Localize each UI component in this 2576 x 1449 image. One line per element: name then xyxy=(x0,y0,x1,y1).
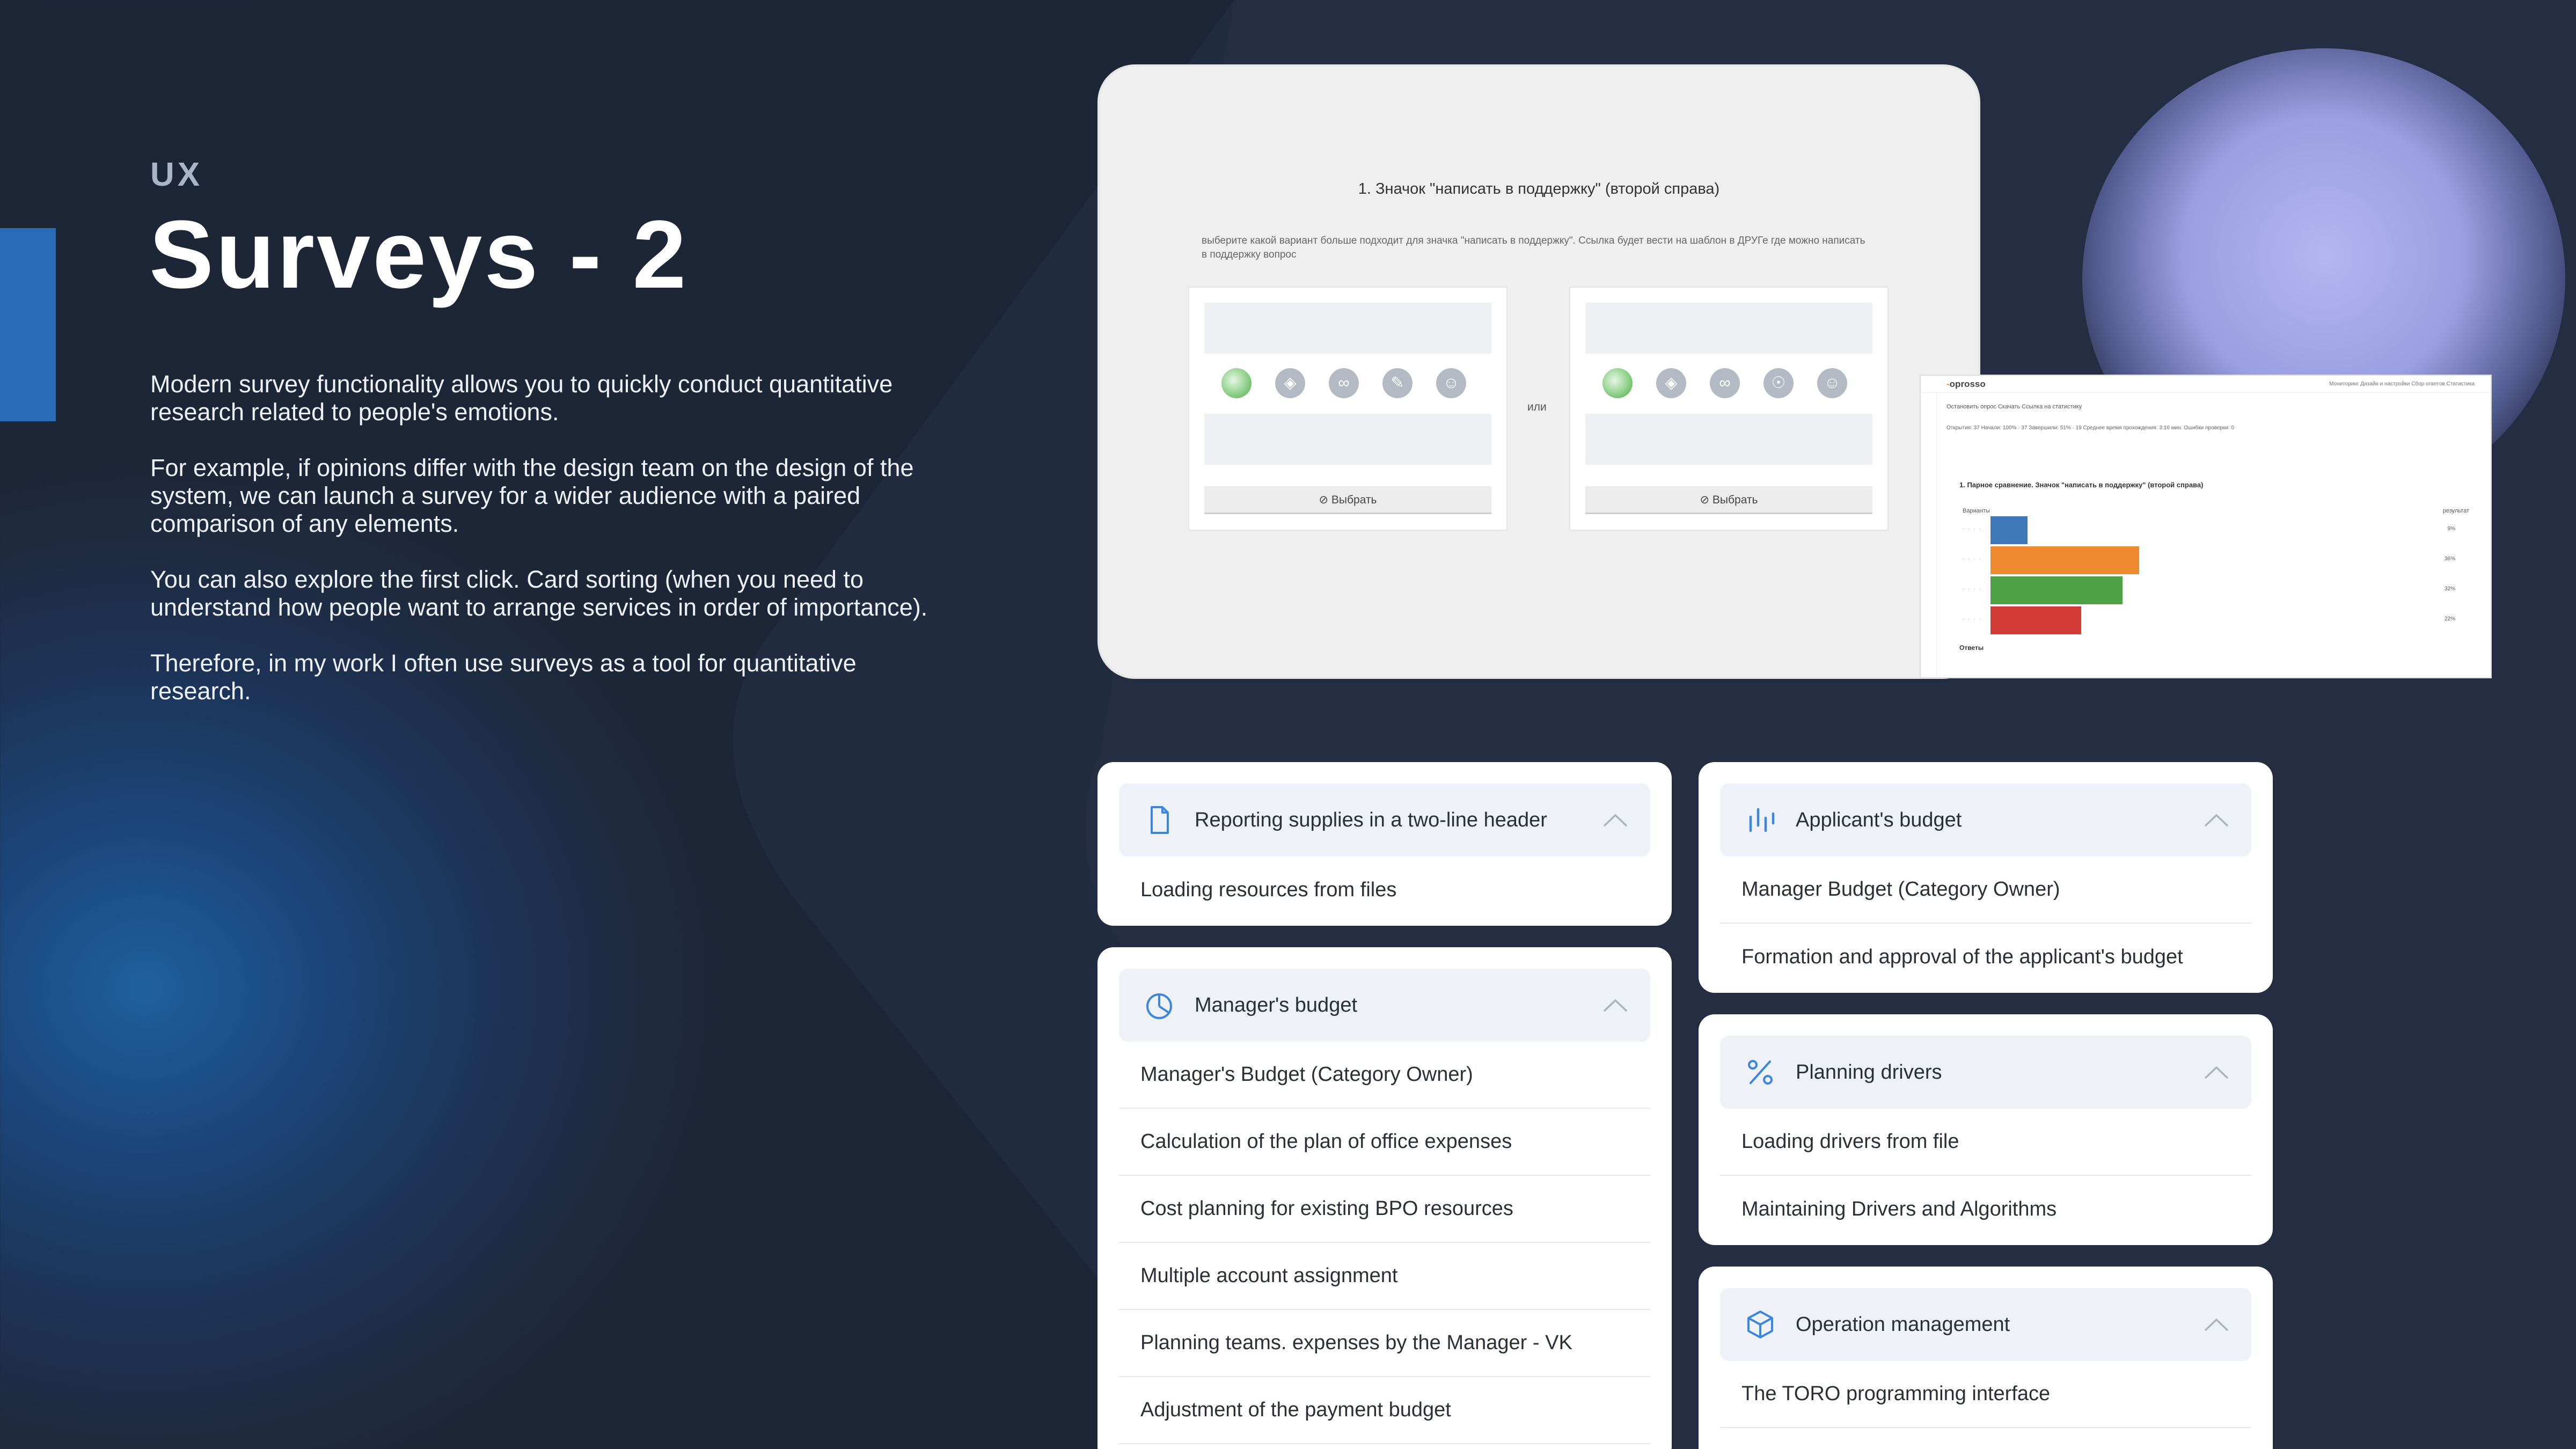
column-header-result: результат xyxy=(2442,508,2469,514)
option-image-placeholder xyxy=(1204,303,1491,354)
result-percent: 22% xyxy=(2444,616,2455,622)
bell-icon: ◈ xyxy=(1275,368,1305,398)
intro-text: Modern survey functionality allows you t… xyxy=(150,370,955,733)
user-icon: ☺ xyxy=(1817,368,1847,398)
accordion-title: Reporting supplies in a two-line header xyxy=(1195,808,1547,831)
card-reporting: Reporting supplies in a two-line header … xyxy=(1097,762,1672,926)
cube-icon xyxy=(1747,1311,1773,1338)
headset-icon: ☉ xyxy=(1763,368,1794,398)
check-circle-icon xyxy=(1221,368,1252,398)
accordion-item[interactable]: Manager Budget (Category Owner) xyxy=(1720,857,2251,924)
accordion-item[interactable]: Calculation of the plan of office expens… xyxy=(1119,1109,1650,1176)
pie-chart-icon xyxy=(1146,993,1172,1019)
document-icon xyxy=(1151,806,1169,834)
link-icon: ∞ xyxy=(1329,368,1359,398)
bar-chart-icon xyxy=(1749,808,1775,832)
page-title: Surveys - 2 xyxy=(149,201,689,309)
stats-toolbar[interactable]: Остановить опрос Скачать Ссылка на стати… xyxy=(1946,404,2082,410)
accordion-item[interactable]: Maintaining Drivers and Algorithms xyxy=(1720,1176,2251,1243)
result-bar-label: · · · · xyxy=(1963,556,1982,562)
result-percent: 36% xyxy=(2444,556,2455,562)
statistics-screenshot: -oprosso Мониторинг Дизайн и настройки С… xyxy=(1920,375,2492,678)
survey-question: 1. Значок "написать в поддержку" (второй… xyxy=(1358,180,1720,197)
intro-paragraph: Therefore, in my work I often use survey… xyxy=(150,649,857,705)
survey-screenshot: 1. Значок "написать в поддержку" (второй… xyxy=(1097,64,1980,679)
accordion-title: Operation management xyxy=(1796,1313,2010,1336)
result-percent: 32% xyxy=(2444,586,2455,592)
stats-meta: Открытия: 37 Начали: 100% · 37 Завершили… xyxy=(1946,425,2234,431)
user-icon: ☺ xyxy=(1436,368,1466,398)
survey-option-a[interactable]: ◈ ∞ ✎ ☺ ⊘ Выбрать xyxy=(1188,287,1507,531)
accordion-item[interactable]: Planning teams. expenses by the Manager … xyxy=(1119,1310,1650,1377)
option-icon-row: ◈ ∞ ✎ ☺ xyxy=(1221,368,1466,398)
accordion-header-operation[interactable]: Operation management xyxy=(1720,1288,2251,1361)
result-bar-label: · · · · xyxy=(1963,586,1982,592)
card-drivers: Planning drivers Loading drivers from fi… xyxy=(1699,1014,2273,1245)
accordion-title: Planning drivers xyxy=(1796,1060,1942,1084)
intro-paragraph: For example, if opinions differ with the… xyxy=(150,454,914,537)
accordion-header-applicant[interactable]: Applicant's budget xyxy=(1720,784,2251,857)
or-label: или xyxy=(1527,401,1547,413)
accordion-title: Manager's budget xyxy=(1195,993,1358,1016)
accordion-item[interactable]: Manager's Budget (Category Owner) xyxy=(1119,1042,1650,1109)
chart-title: 1. Парное сравнение. Значок "написать в … xyxy=(1959,481,2204,489)
oprosso-logo: -oprosso xyxy=(1946,378,1986,389)
intro-paragraph: You can also explore the first click. Ca… xyxy=(150,566,928,621)
answers-toggle[interactable]: Ответы xyxy=(1959,644,1984,652)
column-header-variants: Варианты xyxy=(1963,508,1990,514)
choose-button[interactable]: ⊘ Выбрать xyxy=(1204,486,1491,514)
result-bar-label: · · · · xyxy=(1963,526,1982,532)
result-bar xyxy=(1990,606,2081,634)
chevron-up-icon[interactable] xyxy=(1602,812,1629,828)
card-applicant: Applicant's budget Manager Budget (Categ… xyxy=(1699,762,2273,993)
option-image-placeholder xyxy=(1204,414,1491,465)
choose-button[interactable]: ⊘ Выбрать xyxy=(1585,486,1872,514)
option-image-placeholder xyxy=(1585,414,1872,465)
card-manager: Manager's budget Manager's Budget (Categ… xyxy=(1097,947,1672,1449)
link-icon: ∞ xyxy=(1710,368,1740,398)
bell-icon: ◈ xyxy=(1656,368,1686,398)
card-operation: Operation management The TORO programmin… xyxy=(1699,1267,2273,1449)
result-bar-label: · · · · xyxy=(1963,616,1982,622)
survey-hint: выберите какой вариант больше подходит д… xyxy=(1202,235,1865,260)
accordion-item[interactable]: Loading drivers from file xyxy=(1720,1109,2251,1176)
accordion-title: Applicant's budget xyxy=(1796,808,1962,831)
chevron-up-icon[interactable] xyxy=(1602,997,1629,1013)
accordion-item[interactable]: Adjustment of the payment budget xyxy=(1119,1377,1650,1444)
accordion-header-drivers[interactable]: Planning drivers xyxy=(1720,1036,2251,1109)
option-image-placeholder xyxy=(1585,303,1872,354)
accordion-item[interactable]: Cost planning for existing BPO resources xyxy=(1119,1176,1650,1243)
stats-sidebar xyxy=(1921,393,1937,677)
result-bar xyxy=(1990,516,2028,544)
intro-paragraph: Modern survey functionality allows you t… xyxy=(150,370,893,426)
accordion-header-reporting[interactable]: Reporting supplies in a two-line header xyxy=(1119,784,1650,857)
section-kicker: UX xyxy=(150,156,203,193)
result-bar xyxy=(1990,546,2139,574)
accordion-item[interactable]: Loading resources from files xyxy=(1119,857,1650,924)
result-bar xyxy=(1990,576,2123,604)
option-icon-row: ◈ ∞ ☉ ☺ xyxy=(1602,368,1847,398)
survey-option-b[interactable]: ◈ ∞ ☉ ☺ ⊘ Выбрать xyxy=(1569,287,1889,531)
percent-icon xyxy=(1748,1060,1773,1085)
accordion-header-manager[interactable]: Manager's budget xyxy=(1119,969,1650,1042)
stats-tabs[interactable]: Мониторинг Дизайн и настройки Сбор ответ… xyxy=(2329,381,2475,387)
pencil-icon: ✎ xyxy=(1382,368,1413,398)
accordion-item[interactable]: The TORO programming interface xyxy=(1720,1361,2251,1428)
check-circle-icon xyxy=(1602,368,1633,398)
accordion-item[interactable]: Multiple account assignment xyxy=(1119,1243,1650,1310)
chevron-up-icon[interactable] xyxy=(2203,1064,2230,1080)
result-percent: 9% xyxy=(2447,526,2455,532)
accordion-item[interactable]: Formation and approval of the applicant'… xyxy=(1720,924,2251,991)
chevron-up-icon[interactable] xyxy=(2203,1316,2230,1333)
accent-bar xyxy=(0,228,56,421)
chevron-up-icon[interactable] xyxy=(2203,812,2230,828)
